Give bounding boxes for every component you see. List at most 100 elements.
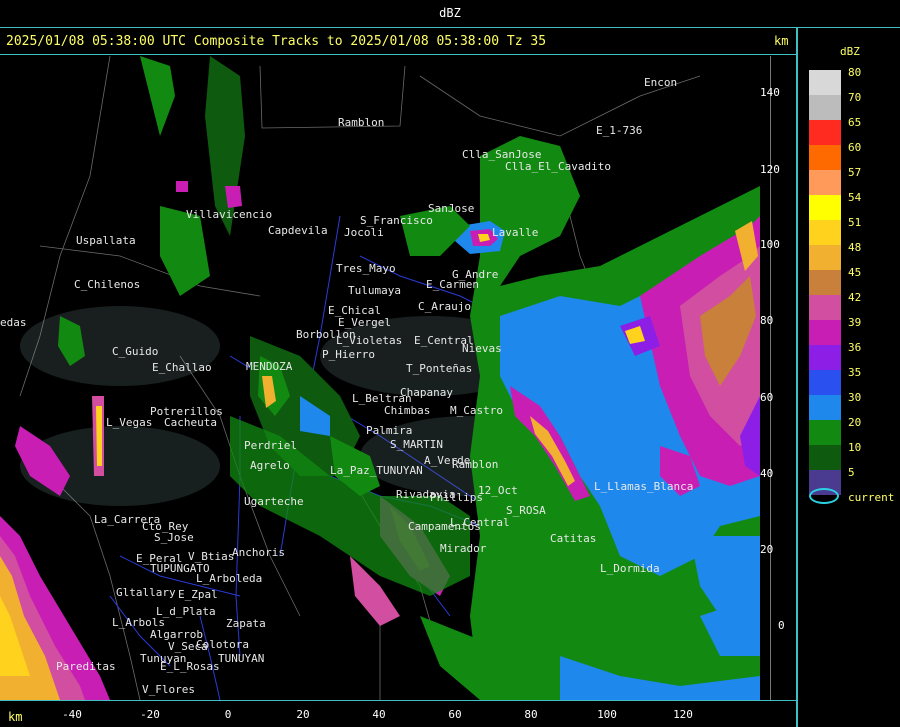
map-header: 2025/01/08 05:38:00 UTC Composite Tracks… <box>0 29 796 55</box>
y-tick-label: 40 <box>760 467 774 480</box>
legend-swatch <box>809 320 841 345</box>
current-track-icon <box>809 488 839 504</box>
place-label: E_L_Rosas <box>160 660 220 673</box>
y-tick-label: 60 <box>760 391 774 404</box>
place-label: M_Castro <box>450 404 503 417</box>
y-tick-label: 80 <box>760 314 774 327</box>
legend-title: dBZ <box>840 45 860 58</box>
place-label: C_Araujo <box>418 300 471 313</box>
legend-swatch <box>809 145 841 170</box>
place-label: 12_Oct <box>478 484 518 497</box>
place-label: Ramblon <box>452 458 498 471</box>
legend-value-label: 70 <box>848 91 862 104</box>
window-title: dBZ <box>439 6 461 20</box>
legend-swatch <box>809 195 841 220</box>
place-label: Lavalle <box>492 226 538 239</box>
place-label: Clla_El_Cavadito <box>505 160 611 173</box>
place-label: S_MARTIN <box>390 438 443 451</box>
y-tick-label: 20 <box>760 543 774 556</box>
place-label: Capdevila <box>268 224 328 237</box>
place-label: SanJose <box>428 202 474 215</box>
place-label: Tulumaya <box>348 284 401 297</box>
place-label: L_Llamas_Blanca <box>594 480 693 493</box>
x-tick-label: 40 <box>372 708 386 721</box>
y-tick-label: 140 <box>760 86 780 99</box>
place-label: edas <box>0 316 27 329</box>
legend-swatch <box>809 395 841 420</box>
y-tick-label: 0 <box>778 619 785 632</box>
legend-swatch <box>809 120 841 145</box>
legend-swatch <box>809 170 841 195</box>
legend-value-label: 36 <box>848 341 862 354</box>
legend-swatch <box>809 420 841 445</box>
x-tick-label: 100 <box>597 708 617 721</box>
place-label: V_Flores <box>142 683 195 696</box>
x-tick-label: 80 <box>524 708 538 721</box>
legend-value-label: 65 <box>848 116 862 129</box>
legend-swatch <box>809 70 841 95</box>
legend-value-label: 10 <box>848 441 862 454</box>
place-label: TUNUYAN <box>218 652 264 665</box>
right-axis-line <box>770 56 771 700</box>
legend-value-label: 48 <box>848 241 862 254</box>
legend-value-label: 5 <box>848 466 855 479</box>
place-label: Catitas <box>550 532 596 545</box>
legend-swatch <box>809 95 841 120</box>
legend-value-label: 60 <box>848 141 862 154</box>
place-label: C_Guido <box>112 345 158 358</box>
x-tick-label: -40 <box>62 708 82 721</box>
place-label: S_ROSA <box>506 504 546 517</box>
window-title-bar: dBZ <box>0 0 900 28</box>
place-label: Cacheuta <box>164 416 217 429</box>
km-unit-top: km <box>774 34 789 48</box>
place-label: Villavicencio <box>186 208 272 221</box>
y-tick-label: 100 <box>760 238 780 251</box>
radar-map[interactable]: Ramblon Encon E_1-736 Clla_SanJose Clla_… <box>0 56 796 700</box>
place-label: C_Chilenos <box>74 278 140 291</box>
timestamp-header: 2025/01/08 05:38:00 UTC Composite Tracks… <box>6 34 547 49</box>
place-label: Mirador <box>440 542 487 555</box>
place-label: Chimbas <box>384 404 430 417</box>
place-label: Agrelo <box>250 459 290 472</box>
place-label: L_Central <box>450 516 510 529</box>
legend-value-label: 80 <box>848 66 862 79</box>
place-label: Phillips <box>430 491 483 504</box>
place-label: La_Paz_TUNUYAN <box>330 464 423 477</box>
current-track-label: current <box>848 491 895 504</box>
place-label: Anchoris <box>232 546 285 559</box>
x-tick-label: -20 <box>140 708 160 721</box>
place-label: Pareditas <box>56 660 116 673</box>
place-label: E_1-736 <box>596 124 642 137</box>
legend-swatch <box>809 445 841 470</box>
place-label: Zapata <box>226 617 266 630</box>
legend-swatch <box>809 295 841 320</box>
place-label: Jocoli <box>344 226 384 239</box>
place-label: S_Jose <box>154 531 194 544</box>
legend-value-label: 42 <box>848 291 862 304</box>
place-label: L_Dormida <box>600 562 660 575</box>
legend-swatch <box>809 270 841 295</box>
legend-value-label: 35 <box>848 366 862 379</box>
place-label: Encon <box>644 76 677 89</box>
legend-value-label: 51 <box>848 216 862 229</box>
x-tick-label: 20 <box>296 708 310 721</box>
place-label: L_Vegas <box>106 416 152 429</box>
place-label: T_Ponteñas <box>406 362 472 375</box>
place-label: E_Carmen <box>426 278 479 291</box>
x-tick-label: 0 <box>224 708 232 721</box>
place-label: MENDOZA <box>246 360 293 373</box>
place-label: Gltallary <box>116 586 176 599</box>
legend-value-label: 20 <box>848 416 862 429</box>
legend-swatch <box>809 370 841 395</box>
legend-swatch <box>809 220 841 245</box>
place-label: E_Challao <box>152 361 212 374</box>
place-label: Tres_Mayo <box>336 262 396 275</box>
place-label: Ugarteche <box>244 495 304 508</box>
place-label: L_Arboleda <box>196 572 262 585</box>
legend-swatch <box>809 245 841 270</box>
legend-value-label: 39 <box>848 316 862 329</box>
place-label: Ramblon <box>338 116 384 129</box>
km-unit-bottom: km <box>8 710 23 724</box>
place-label: Nievas <box>462 342 502 355</box>
x-tick-label: 60 <box>448 708 462 721</box>
